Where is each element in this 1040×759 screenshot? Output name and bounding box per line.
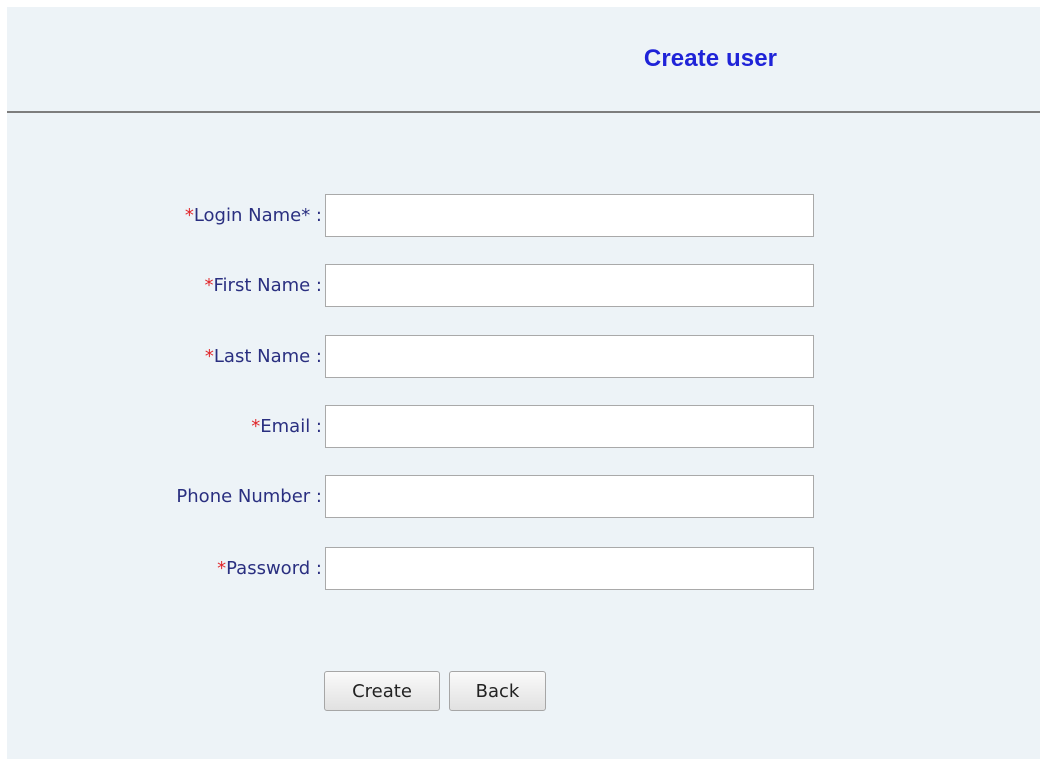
login-name-label-text: Login Name* : [193,205,322,226]
create-user-panel: Create user *Login Name* : *First Name :… [7,7,1040,759]
back-button[interactable]: Back [449,671,546,711]
last-name-label-text: Last Name : [213,346,322,367]
phone-number-label-text: Phone Number : [176,486,322,507]
page-title: Create user [643,45,778,72]
required-marker: * [204,346,214,367]
required-marker: * [251,416,261,437]
form-row-phone-number: Phone Number : [7,475,1040,519]
form-row-email: *Email : [7,405,1040,449]
phone-number-label: Phone Number : [176,486,322,507]
email-label: *Email : [251,416,322,437]
login-name-input[interactable] [325,194,814,237]
email-input[interactable] [325,405,814,448]
required-marker: * [184,205,194,226]
first-name-input[interactable] [325,264,814,307]
header: Create user [7,7,1040,113]
last-name-input[interactable] [325,335,814,378]
first-name-label-text: First Name : [213,275,323,296]
required-marker: * [217,558,227,579]
login-name-label: *Login Name* : [185,205,322,226]
form-row-first-name: *First Name : [7,264,1040,308]
password-label: *Password : [217,558,322,579]
create-button[interactable]: Create [324,671,440,711]
required-marker: * [204,275,214,296]
password-label-text: Password : [226,558,322,579]
password-input[interactable] [325,547,814,590]
form-row-password: *Password : [7,547,1040,591]
phone-number-input[interactable] [325,475,814,518]
email-label-text: Email : [260,416,322,437]
first-name-label: *First Name : [205,275,323,296]
last-name-label: *Last Name : [205,346,322,367]
form-row-last-name: *Last Name : [7,335,1040,379]
form-row-login-name: *Login Name* : [7,194,1040,238]
